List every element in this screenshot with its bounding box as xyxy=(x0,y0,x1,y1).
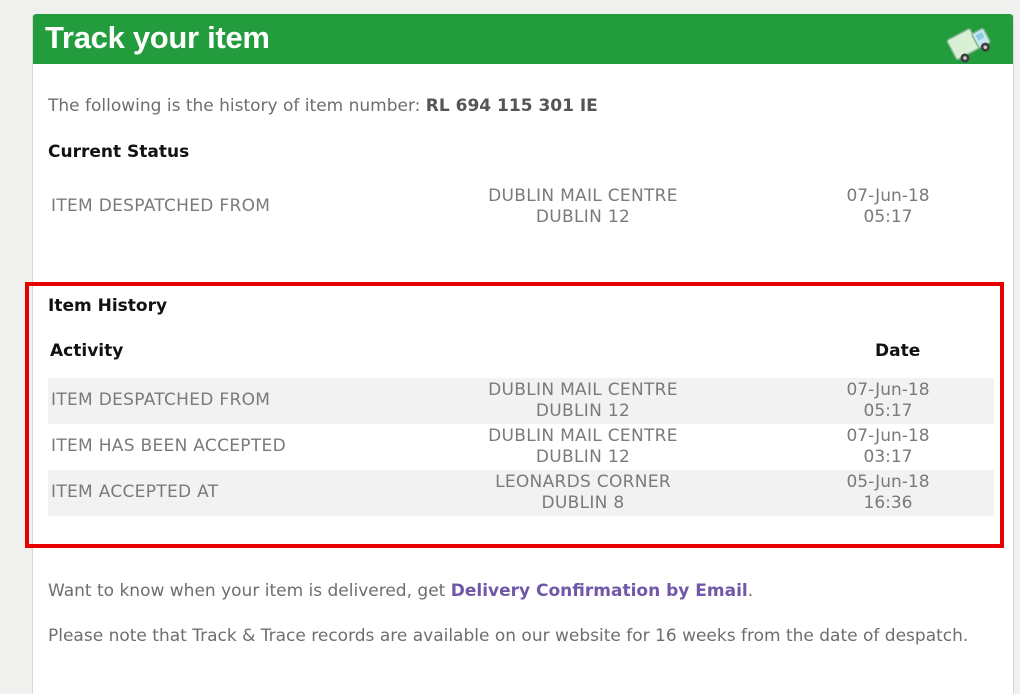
history-date: 07-Jun-18 03:17 xyxy=(788,426,988,468)
history-location-line1: DUBLIN MAIL CENTRE xyxy=(488,380,678,400)
history-location-line2: DUBLIN 12 xyxy=(535,447,631,467)
current-status-row: ITEM DESPATCHED FROM DUBLIN MAIL CENTRE … xyxy=(48,184,994,230)
delivery-confirmation-text: Want to know when your item is delivered… xyxy=(48,578,988,604)
history-activity: ITEM HAS BEEN ACCEPTED xyxy=(51,436,286,456)
history-row: ITEM DESPATCHED FROM DUBLIN MAIL CENTRE … xyxy=(48,378,994,424)
history-date-value: 07-Jun-18 xyxy=(846,380,930,400)
current-status-activity: ITEM DESPATCHED FROM xyxy=(51,196,271,216)
history-date-value: 05-Jun-18 xyxy=(846,472,930,492)
current-status-location-line2: DUBLIN 12 xyxy=(535,207,631,227)
current-status-location: DUBLIN MAIL CENTRE DUBLIN 12 xyxy=(408,186,758,228)
activity-column-header: Activity xyxy=(50,341,124,361)
history-location-line1: LEONARDS CORNER xyxy=(495,472,671,492)
history-location-line1: DUBLIN MAIL CENTRE xyxy=(488,426,678,446)
history-time-value: 05:17 xyxy=(863,401,913,421)
history-location: DUBLIN MAIL CENTRE DUBLIN 12 xyxy=(408,426,758,468)
history-date: 07-Jun-18 05:17 xyxy=(788,380,988,422)
page-title: Track your item xyxy=(45,20,270,55)
current-status-time-value: 05:17 xyxy=(863,207,913,227)
history-location: LEONARDS CORNER DUBLIN 8 xyxy=(408,472,758,514)
current-status-heading: Current Status xyxy=(48,142,190,162)
history-location-line2: DUBLIN 8 xyxy=(541,493,625,513)
history-date: 05-Jun-18 16:36 xyxy=(788,472,988,514)
history-row: ITEM HAS BEEN ACCEPTED DUBLIN MAIL CENTR… xyxy=(48,424,994,470)
history-date-value: 07-Jun-18 xyxy=(846,426,930,446)
history-activity: ITEM ACCEPTED AT xyxy=(51,482,219,502)
current-status-location-line1: DUBLIN MAIL CENTRE xyxy=(488,186,678,206)
item-number: RL 694 115 301 IE xyxy=(425,96,598,116)
delivery-truck-icon xyxy=(946,27,991,63)
intro-label: The following is the history of item num… xyxy=(48,96,421,116)
current-status-date: 07-Jun-18 05:17 xyxy=(788,186,988,228)
history-location: DUBLIN MAIL CENTRE DUBLIN 12 xyxy=(408,380,758,422)
history-row: ITEM ACCEPTED AT LEONARDS CORNER DUBLIN … xyxy=(48,470,994,516)
item-history-heading: Item History xyxy=(48,296,168,316)
current-status-date-value: 07-Jun-18 xyxy=(846,186,930,206)
records-note: Please note that Track & Trace records a… xyxy=(48,626,969,646)
track-item-panel: Track your item The following is the his… xyxy=(25,14,1014,694)
history-time-value: 16:36 xyxy=(863,493,913,513)
history-activity: ITEM DESPATCHED FROM xyxy=(51,390,271,410)
history-location-line2: DUBLIN 12 xyxy=(535,401,631,421)
history-time-value: 03:17 xyxy=(863,447,913,467)
delivery-prefix: Want to know when your item is delivered… xyxy=(48,581,446,601)
delivery-suffix: . xyxy=(747,581,754,601)
panel-header: Track your item xyxy=(33,14,1013,64)
date-column-header: Date xyxy=(875,341,921,361)
delivery-confirmation-link[interactable]: Delivery Confirmation by Email xyxy=(451,581,748,601)
intro-text: The following is the history of item num… xyxy=(48,96,598,116)
